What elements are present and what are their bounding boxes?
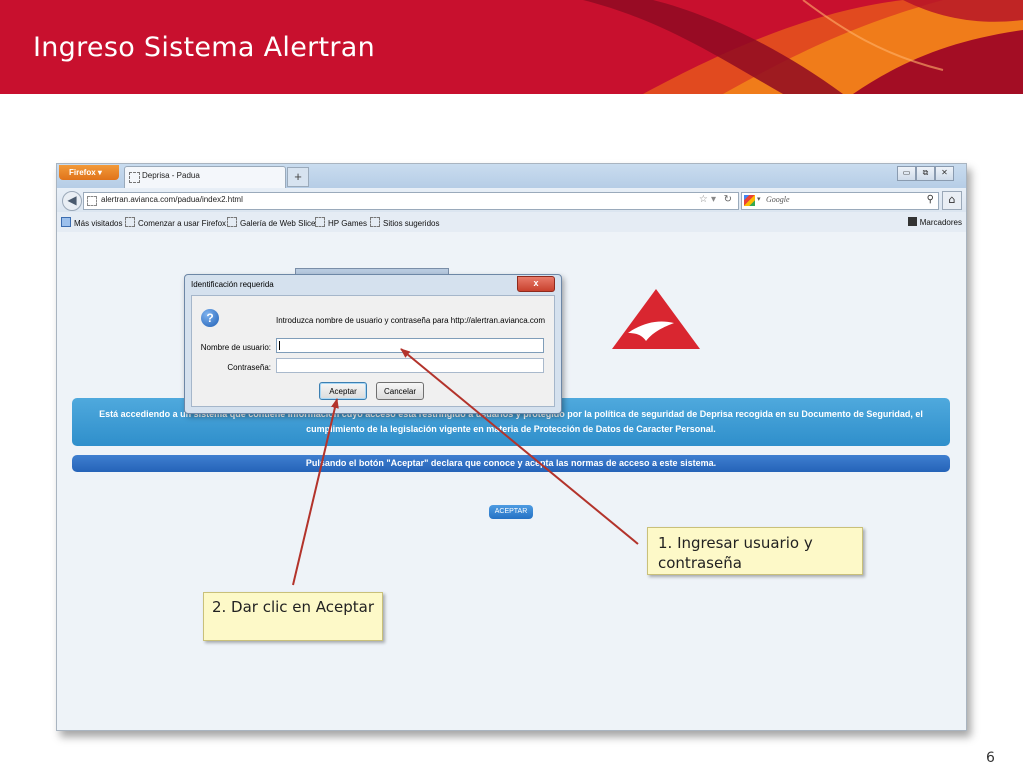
bookmark-icon [315, 217, 325, 227]
search-icon[interactable]: ⚲ [927, 194, 934, 205]
search-bar[interactable]: ▾ Google ⚲ [741, 192, 939, 210]
callout-step-1: 1. Ingresar usuario y contraseña [647, 527, 863, 575]
page-accept-button[interactable]: ACEPTAR [489, 505, 533, 519]
password-input[interactable] [276, 358, 544, 373]
tab-label: Deprisa - Padua [142, 171, 200, 180]
bookmark-mas-visitados[interactable]: Más visitados [61, 217, 122, 228]
bookmark-hp-games[interactable]: HP Games [315, 217, 367, 228]
question-icon: ? [201, 309, 219, 327]
bookmarks-toolbar: Más visitados Comenzar a usar Firefox Ga… [57, 212, 966, 233]
firefox-menu-button[interactable]: Firefox ▾ [59, 165, 119, 180]
bookmark-comenzar-firefox[interactable]: Comenzar a usar Firefox [125, 217, 226, 228]
bookmarks-icon [907, 217, 917, 226]
bookmark-icon [125, 217, 135, 227]
url-bar[interactable]: alertran.avianca.com/padua/index2.html ☆… [83, 192, 739, 210]
slide-title: Ingreso Sistema Alertran [33, 32, 376, 63]
dialog-accept-button[interactable]: Aceptar [319, 382, 367, 400]
search-placeholder: Google [766, 195, 790, 204]
dialog-close-button[interactable]: x [517, 276, 555, 292]
tab-deprisa-padua[interactable]: Deprisa - Padua [124, 166, 286, 188]
bookmark-icon [227, 217, 237, 227]
bookmark-icon [370, 217, 380, 227]
back-arrow-icon[interactable]: ◀ [62, 191, 82, 211]
auth-dialog: Identificación requerida x ? Introduzca … [184, 274, 562, 414]
header-decoration [583, 0, 1023, 94]
page-number: 6 [986, 750, 995, 766]
slide-header: Ingreso Sistema Alertran [0, 0, 1023, 94]
reload-icon[interactable]: ↻ [724, 194, 732, 205]
bookmark-galeria-web-slice[interactable]: Galería de Web Slice [227, 217, 315, 228]
text-caret [279, 341, 280, 350]
callout-step-2: 2. Dar clic en Aceptar [203, 592, 383, 641]
minimize-button[interactable]: ▭ [897, 166, 916, 181]
dialog-cancel-button[interactable]: Cancelar [376, 382, 424, 400]
accept-notice-bar: Pulsando el botón "Aceptar" declara que … [72, 455, 950, 472]
bookmarks-menu-button[interactable]: Marcadores [907, 217, 962, 227]
google-icon[interactable] [744, 195, 755, 206]
bookmark-icon [61, 217, 71, 227]
bookmark-sitios-sugeridos[interactable]: Sitios sugeridos [370, 217, 439, 228]
new-tab-button[interactable]: + [287, 167, 309, 187]
navigation-bar: ◀ alertran.avianca.com/padua/index2.html… [57, 188, 966, 213]
dialog-title: Identificación requerida [191, 280, 274, 289]
home-icon[interactable]: ⌂ [942, 191, 962, 210]
deprisa-logo-icon [612, 289, 700, 349]
browser-titlebar: Firefox ▾ Deprisa - Padua + ▭ ⧉ ✕ [57, 164, 966, 188]
dialog-body: ? Introduzca nombre de usuario y contras… [191, 295, 555, 407]
browser-window: Firefox ▾ Deprisa - Padua + ▭ ⧉ ✕ ◀ aler… [56, 163, 967, 731]
restore-button[interactable]: ⧉ [916, 166, 935, 181]
dialog-message: Introduzca nombre de usuario y contraseñ… [276, 316, 546, 325]
username-input[interactable] [276, 338, 544, 353]
url-text: alertran.avianca.com/padua/index2.html [101, 195, 243, 204]
page-icon [129, 172, 140, 183]
search-engine-dropdown-icon[interactable]: ▾ [757, 195, 761, 203]
username-label: Nombre de usuario: [200, 343, 271, 352]
bookmark-star-icon[interactable]: ☆ ▾ [699, 194, 716, 205]
password-label: Contraseña: [227, 363, 271, 372]
close-window-button[interactable]: ✕ [935, 166, 954, 181]
site-icon [87, 196, 97, 206]
